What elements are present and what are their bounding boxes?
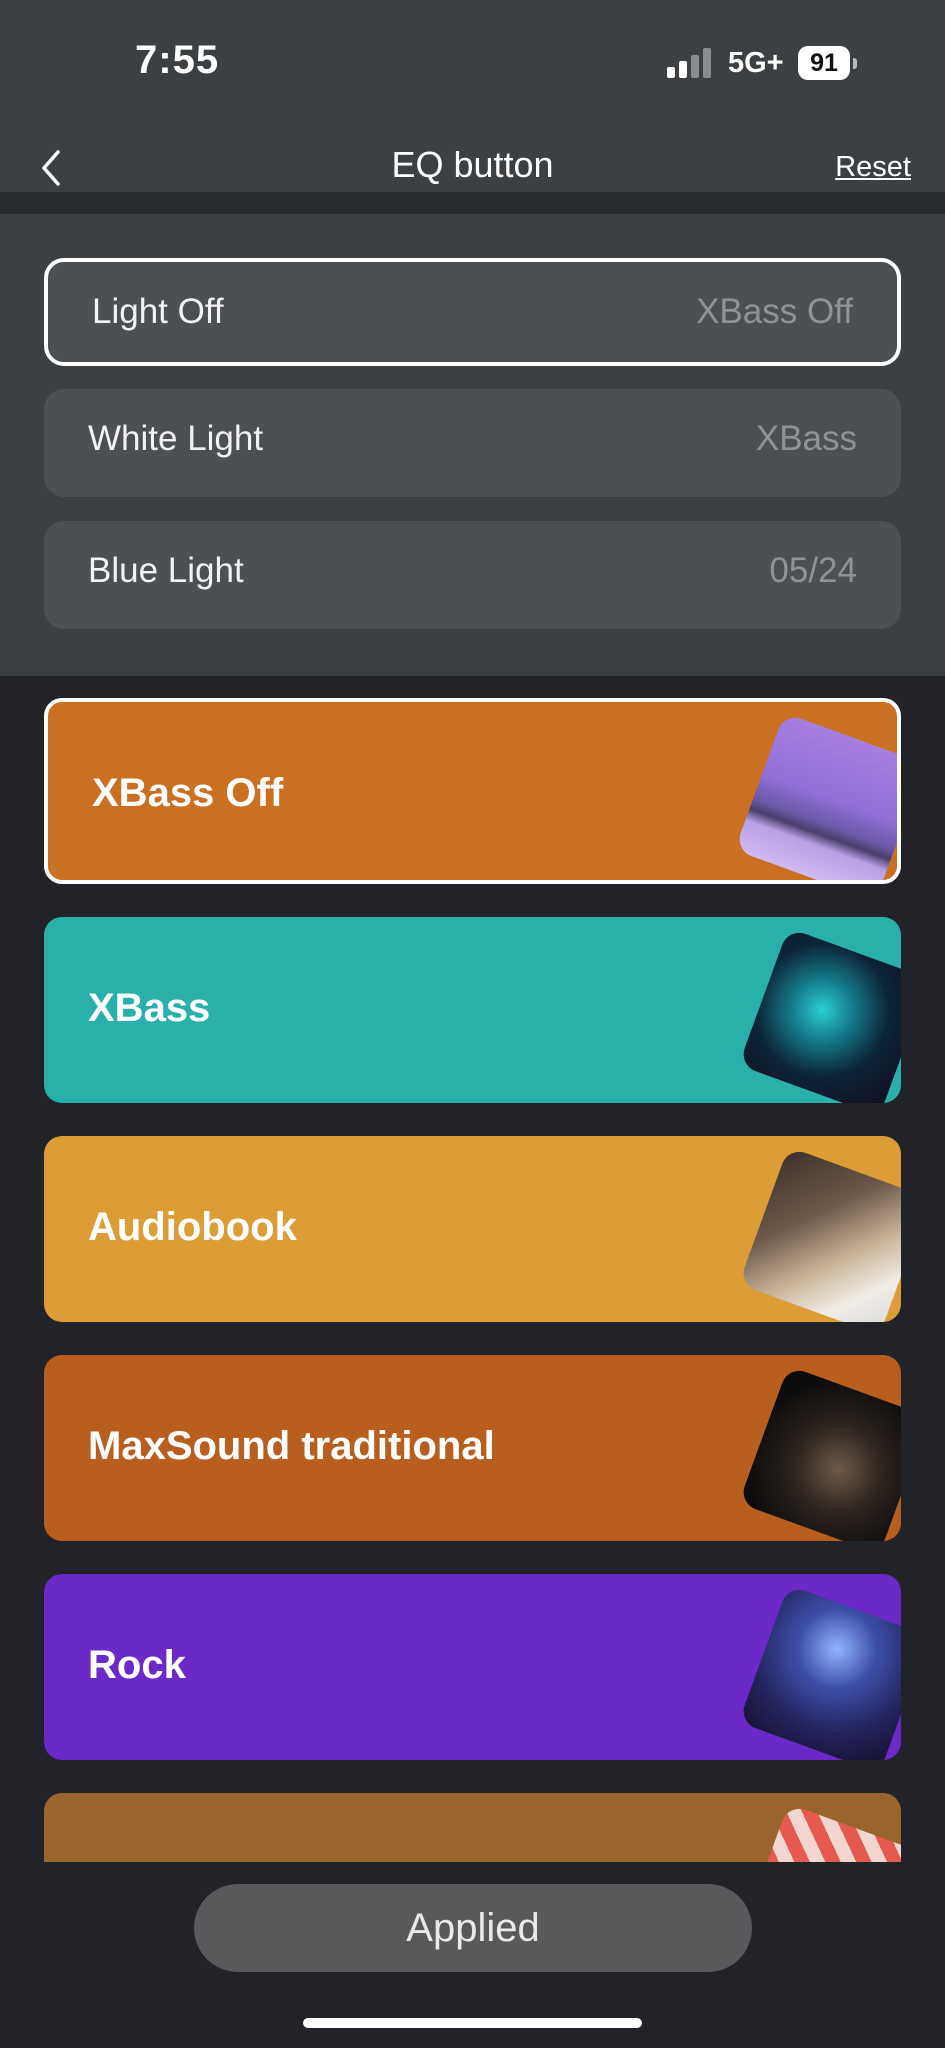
battery-icon: 91: [798, 46, 860, 82]
light-options-panel: Light Off XBass Off White Light XBass Bl…: [0, 214, 945, 676]
page-title: EQ button: [391, 144, 554, 185]
option-label: Blue Light: [88, 551, 244, 590]
option-row-white-light[interactable]: White Light XBass: [44, 389, 901, 497]
preset-title: MaxSound traditional: [88, 1424, 495, 1468]
preset-thumbnail-image: [738, 1584, 901, 1760]
preset-thumbnail-image: [734, 712, 897, 880]
preset-title: XBass: [88, 986, 211, 1030]
eq-preset-list[interactable]: XBass Off XBass Audiobook MaxSound tradi…: [0, 676, 945, 1862]
battery-level: 91: [798, 46, 850, 80]
option-row-light-off[interactable]: Light Off XBass Off: [44, 258, 901, 366]
preset-title: Audiobook: [88, 1205, 297, 1249]
preset-card-rock[interactable]: Rock: [44, 1574, 901, 1760]
option-value: XBass: [755, 419, 857, 458]
preset-thumbnail-image: [738, 1803, 901, 1862]
preset-title: XBass Off: [92, 771, 284, 815]
divider: [0, 192, 945, 214]
preset-card-xbass[interactable]: XBass: [44, 917, 901, 1103]
option-label: White Light: [88, 419, 264, 458]
cellular-signal-icon: [667, 48, 711, 78]
nav-bar: EQ button Reset: [0, 130, 945, 192]
option-row-blue-light[interactable]: Blue Light 05/24: [44, 521, 901, 629]
preset-card-partial[interactable]: [44, 1793, 901, 1862]
preset-card-audiobook[interactable]: Audiobook: [44, 1136, 901, 1322]
option-value: 05/24: [769, 551, 857, 590]
network-type: 5G+: [728, 47, 784, 79]
preset-thumbnail-image: [738, 1146, 901, 1322]
preset-thumbnail-image: [738, 927, 901, 1103]
status-time: 7:55: [135, 38, 220, 82]
reset-button[interactable]: Reset: [835, 151, 911, 184]
preset-card-xbass-off[interactable]: XBass Off: [44, 698, 901, 884]
status-bar: 7:55 5G+ 91: [0, 0, 945, 130]
preset-card-maxsound-traditional[interactable]: MaxSound traditional: [44, 1355, 901, 1541]
preset-thumbnail-image: [738, 1365, 901, 1541]
option-value: XBass Off: [696, 292, 853, 331]
applied-button[interactable]: Applied: [194, 1884, 752, 1972]
preset-title: Rock: [88, 1643, 186, 1687]
home-indicator: [303, 2018, 642, 2028]
option-label: Light Off: [92, 292, 224, 331]
